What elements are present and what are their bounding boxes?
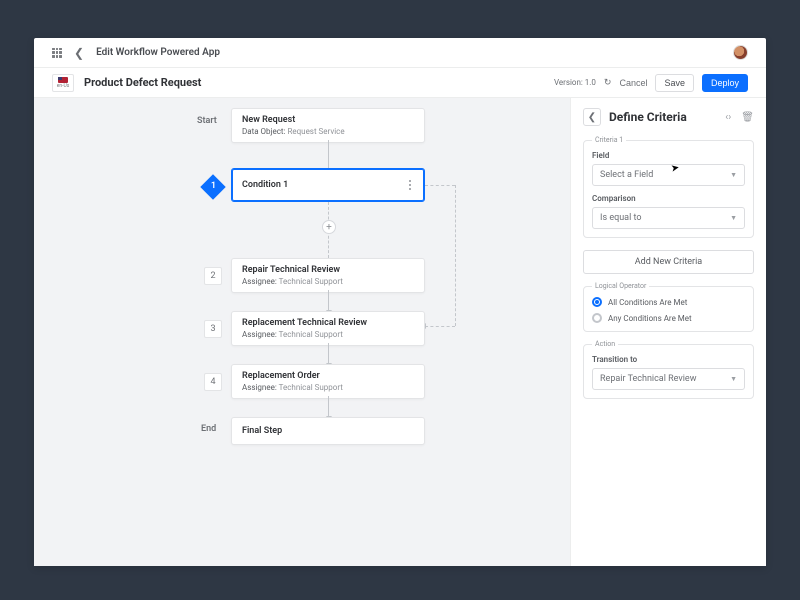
workflow-node-step[interactable]: 4 Replacement Order Assignee: Technical … xyxy=(231,364,425,399)
radio-any-conditions[interactable]: Any Conditions Are Met xyxy=(592,313,745,323)
workflow-node-condition[interactable]: 1 Condition 1 xyxy=(231,168,425,202)
chevron-down-icon: ▼ xyxy=(730,214,737,222)
workflow-node-end[interactable]: Final Step xyxy=(231,417,425,445)
top-bar: ❮ Edit Workflow Powered App xyxy=(34,38,766,68)
user-avatar[interactable] xyxy=(733,45,748,60)
code-icon[interactable]: ‹› xyxy=(725,112,731,123)
step-number-badge: 3 xyxy=(204,320,222,338)
properties-panel: ❮ Define Criteria ‹› 🗑 Criteria 1 Field … xyxy=(570,98,766,566)
node-title: Repair Technical Review xyxy=(242,265,414,275)
end-label: End xyxy=(201,424,216,434)
comparison-label: Comparison xyxy=(592,194,745,203)
field-select[interactable]: Select a Field▼ xyxy=(592,164,745,186)
chevron-down-icon: ▼ xyxy=(730,171,737,179)
trash-icon[interactable]: 🗑 xyxy=(741,112,754,123)
node-menu-icon[interactable] xyxy=(404,169,416,201)
transition-label: Transition to xyxy=(592,355,745,364)
add-node-button[interactable]: + xyxy=(322,220,336,234)
radio-on-icon xyxy=(592,297,602,307)
action-fieldset: Action Transition to Repair Technical Re… xyxy=(583,344,754,399)
workflow-canvas[interactable]: Start New Request Data Object: Request S… xyxy=(34,98,570,566)
step-number-badge: 4 xyxy=(204,373,222,391)
field-label: Field xyxy=(592,151,745,160)
breadcrumb-title: Edit Workflow Powered App xyxy=(96,47,220,58)
condition-diamond-icon: 1 xyxy=(200,174,225,199)
fieldset-legend: Action xyxy=(592,340,618,348)
deploy-button[interactable]: Deploy xyxy=(702,74,748,92)
back-chevron-icon[interactable]: ❮ xyxy=(74,46,84,60)
fieldset-legend: Logical Operator xyxy=(592,282,649,290)
locale-selector[interactable]: en-Us xyxy=(52,74,74,92)
criteria-fieldset: Criteria 1 Field Select a Field▼ Compari… xyxy=(583,140,754,238)
sub-bar: en-Us Product Defect Request Version: 1.… xyxy=(34,68,766,98)
save-button[interactable]: Save xyxy=(655,74,694,92)
chevron-down-icon: ▼ xyxy=(730,375,737,383)
workflow-node-step[interactable]: 2 Repair Technical Review Assignee: Tech… xyxy=(231,258,425,293)
step-number-badge: 2 xyxy=(204,267,222,285)
transition-select[interactable]: Repair Technical Review▼ xyxy=(592,368,745,390)
node-title: New Request xyxy=(242,115,414,125)
fieldset-legend: Criteria 1 xyxy=(592,136,626,144)
comparison-select[interactable]: Is equal to▼ xyxy=(592,207,745,229)
radio-all-conditions[interactable]: All Conditions Are Met xyxy=(592,297,745,307)
node-title: Condition 1 xyxy=(242,180,288,190)
cancel-button[interactable]: Cancel xyxy=(619,78,647,88)
history-icon[interactable]: ↻ xyxy=(604,78,612,88)
logical-operator-fieldset: Logical Operator All Conditions Are Met … xyxy=(583,286,754,332)
panel-back-button[interactable]: ❮ xyxy=(583,108,601,126)
flag-icon xyxy=(58,77,68,83)
node-title: Replacement Technical Review xyxy=(242,318,414,328)
version-label: Version: 1.0 xyxy=(554,78,596,87)
workflow-node-start[interactable]: New Request Data Object: Request Service xyxy=(231,108,425,143)
start-label: Start xyxy=(197,116,217,126)
add-criteria-button[interactable]: Add New Criteria xyxy=(583,250,754,274)
apps-grid-icon[interactable] xyxy=(52,48,62,58)
page-title: Product Defect Request xyxy=(84,76,201,89)
node-title: Replacement Order xyxy=(242,371,414,381)
workflow-node-step[interactable]: 3 Replacement Technical Review Assignee:… xyxy=(231,311,425,346)
radio-off-icon xyxy=(592,313,602,323)
locale-code: en-Us xyxy=(57,84,70,89)
node-title: Final Step xyxy=(242,426,414,436)
panel-title: Define Criteria xyxy=(609,110,687,124)
